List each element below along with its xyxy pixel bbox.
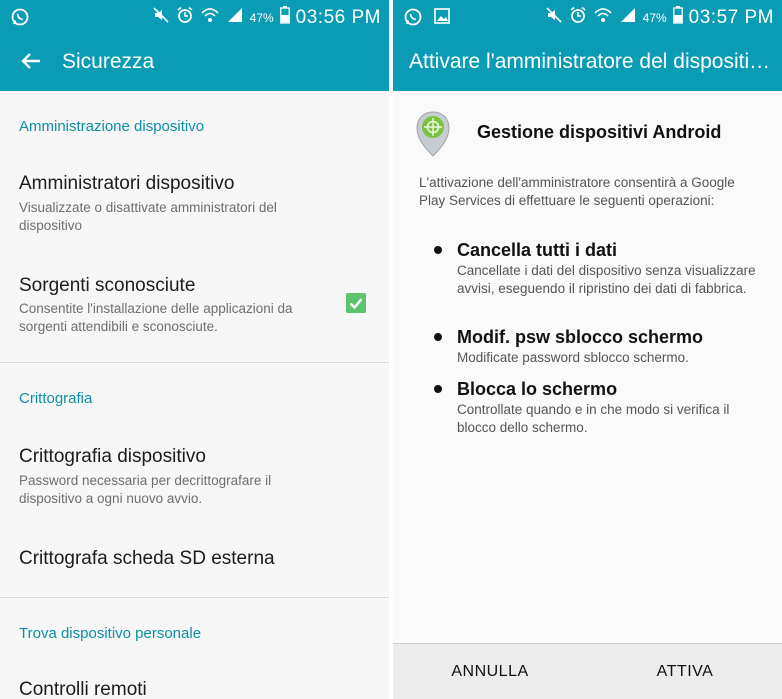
section-header-admin: Amministrazione dispositivo (19, 118, 205, 135)
status-bar: 47% 03:57 PM (393, 0, 782, 34)
bullet (434, 333, 442, 341)
permission-desc: Modificate password sblocco schermo. (457, 350, 689, 365)
mute-icon (545, 6, 563, 29)
setting-title: Controlli remoti (19, 679, 147, 699)
permission-title: Cancella tutti i dati (457, 240, 618, 260)
whatsapp-icon (403, 7, 423, 32)
activate-button[interactable]: ATTIVA (588, 644, 782, 699)
whatsapp-icon (10, 7, 30, 32)
device-admin-dialog: Gestione dispositivi Android L'attivazio… (393, 91, 782, 643)
permission-title: Modif. psw sblocco schermo (457, 327, 704, 347)
alarm-icon (176, 6, 194, 29)
button-bar: ANNULLA ATTIVA (393, 643, 782, 699)
battery-icon (672, 6, 683, 29)
battery-percent: 47% (249, 10, 274, 25)
cancel-button[interactable]: ANNULLA (393, 644, 587, 699)
setting-title: Amministratori dispositivo (19, 173, 235, 194)
section-header-encryption: Crittografia (19, 390, 93, 407)
left-screen: 47% 03:56 PM Sicurezza Amministrazione d… (0, 0, 389, 699)
back-arrow-icon[interactable] (20, 50, 42, 77)
status-clock: 03:57 PM (688, 6, 774, 28)
signal-icon (226, 6, 244, 29)
permission-desc: Controllate quando e in che modo si veri… (457, 402, 730, 435)
status-bar: 47% 03:56 PM (0, 0, 389, 34)
setting-title: Crittografa scheda SD esterna (19, 548, 275, 569)
intro-text: L'attivazione dell'amministratore consen… (419, 175, 735, 208)
checkmark-icon (349, 298, 363, 310)
status-clock: 03:56 PM (295, 6, 381, 28)
section-header-find-device: Trova dispositivo personale (19, 625, 202, 642)
divider (0, 597, 389, 598)
unknown-sources-checkbox[interactable] (346, 293, 366, 313)
app-bar: Sicurezza (0, 34, 389, 91)
setting-subtitle: Password necessaria per decrittografare … (19, 473, 272, 506)
right-screen: 47% 03:57 PM Attivare l'amministratore d… (393, 0, 782, 699)
permission-title: Blocca lo schermo (457, 379, 618, 399)
battery-icon (279, 6, 290, 29)
android-device-manager-icon (415, 110, 451, 163)
setting-title: Sorgenti sconosciute (19, 275, 196, 296)
divider (0, 362, 389, 363)
permission-desc: Cancellate i dati del dispositivo senza … (457, 263, 756, 296)
app-bar: Attivare l'amministratore del dispositiv… (393, 34, 782, 91)
settings-list: Amministrazione dispositivo Amministrato… (0, 91, 389, 699)
app-name: Gestione dispositivi Android (477, 122, 722, 142)
signal-icon (619, 6, 637, 29)
wifi-icon (200, 6, 220, 29)
setting-subtitle: Visualizzate o disattivate amministrator… (19, 200, 277, 233)
setting-subtitle: Consentite l'installazione delle applica… (19, 301, 293, 334)
bullet (434, 246, 442, 254)
wifi-icon (593, 6, 613, 29)
page-title: Attivare l'amministratore del dispositiv… (409, 50, 771, 73)
bullet (434, 385, 442, 393)
setting-title: Crittografia dispositivo (19, 446, 206, 467)
gallery-icon (433, 7, 451, 32)
page-title: Sicurezza (62, 50, 155, 73)
battery-percent: 47% (642, 10, 667, 25)
alarm-icon (569, 6, 587, 29)
mute-icon (152, 6, 170, 29)
